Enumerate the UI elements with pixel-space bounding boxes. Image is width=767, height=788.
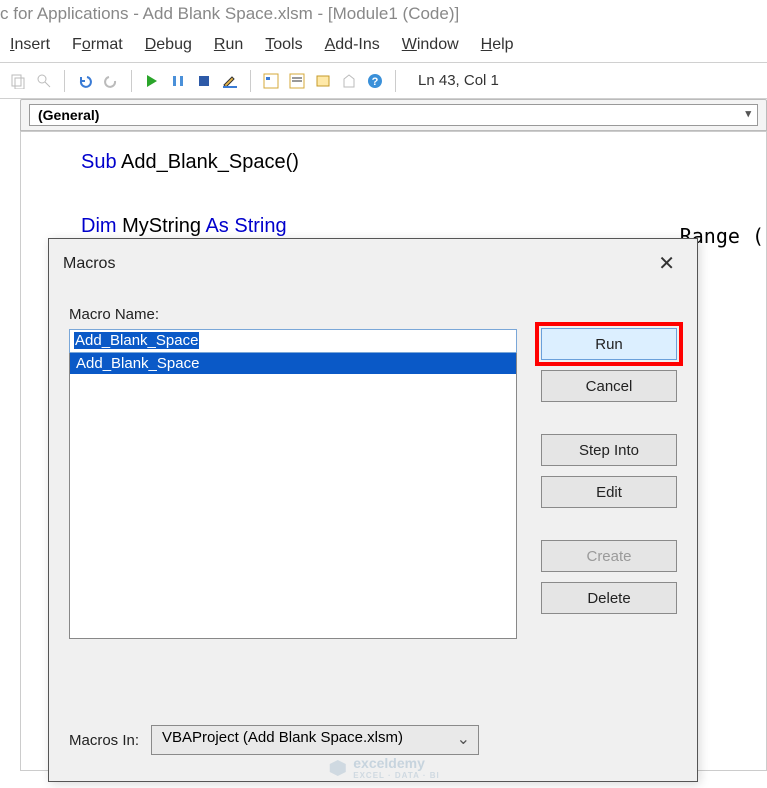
list-item[interactable]: Add_Blank_Space	[70, 353, 516, 374]
project-explorer-icon[interactable]	[261, 71, 281, 91]
menu-addins[interactable]: Add-Ins	[325, 36, 380, 54]
menu-run[interactable]: Run	[214, 36, 243, 54]
menu-tools[interactable]: Tools	[265, 36, 302, 54]
macros-in-label: Macros In:	[69, 732, 139, 749]
menubar: Insert Format Debug Run Tools Add-Ins Wi…	[0, 32, 767, 63]
menu-insert[interactable]: Insert	[10, 36, 50, 54]
create-button: Create	[541, 540, 677, 572]
macro-name-label: Macro Name:	[69, 306, 517, 323]
toolbox-icon[interactable]	[339, 71, 359, 91]
macro-list[interactable]: Add_Blank_Space	[69, 353, 517, 639]
step-into-button[interactable]: Step Into	[541, 434, 677, 466]
play-icon[interactable]	[142, 71, 162, 91]
macros-in-select[interactable]: VBAProject (Add Blank Space.xlsm)	[151, 725, 479, 755]
run-button[interactable]: Run	[541, 328, 677, 360]
code-keyword: As String	[205, 215, 286, 237]
code-text: MyString	[117, 215, 206, 237]
design-mode-icon[interactable]	[220, 71, 240, 91]
svg-text:?: ?	[372, 76, 379, 88]
cursor-position: Ln 43, Col 1	[418, 72, 499, 89]
menu-debug[interactable]: Debug	[145, 36, 192, 54]
cancel-button[interactable]: Cancel	[541, 370, 677, 402]
window-title: c for Applications - Add Blank Space.xls…	[0, 0, 767, 32]
delete-button[interactable]: Delete	[541, 582, 677, 614]
pause-icon[interactable]	[168, 71, 188, 91]
dialog-title: Macros	[63, 255, 115, 273]
help-icon[interactable]: ?	[365, 71, 385, 91]
copy-icon[interactable]	[8, 71, 28, 91]
macros-dialog: Macros ✕ Macro Name: Add_Blank_Space Add…	[48, 238, 698, 782]
object-browser-icon[interactable]	[313, 71, 333, 91]
undo-icon[interactable]	[75, 71, 95, 91]
menu-window[interactable]: Window	[402, 36, 459, 54]
stop-icon[interactable]	[194, 71, 214, 91]
watermark: exceldemy EXCEL · DATA · BI	[327, 755, 439, 780]
toolbar: ? Ln 43, Col 1	[0, 63, 767, 99]
macro-name-input[interactable]: Add_Blank_Space	[69, 329, 517, 353]
menu-help[interactable]: Help	[481, 36, 514, 54]
code-keyword: Sub	[81, 151, 117, 173]
find-icon[interactable]	[34, 71, 54, 91]
code-text: Add_Blank_Space()	[117, 151, 299, 173]
code-keyword: Dim	[81, 215, 117, 237]
close-icon[interactable]: ✕	[650, 249, 683, 278]
menu-format[interactable]: Format	[72, 36, 123, 54]
redo-icon[interactable]	[101, 71, 121, 91]
properties-icon[interactable]	[287, 71, 307, 91]
edit-button[interactable]: Edit	[541, 476, 677, 508]
logo-icon	[327, 758, 347, 778]
code-dropdown-bar: (General)	[20, 99, 767, 131]
run-button-highlight: Run	[535, 322, 683, 366]
object-dropdown[interactable]: (General)	[29, 104, 758, 126]
